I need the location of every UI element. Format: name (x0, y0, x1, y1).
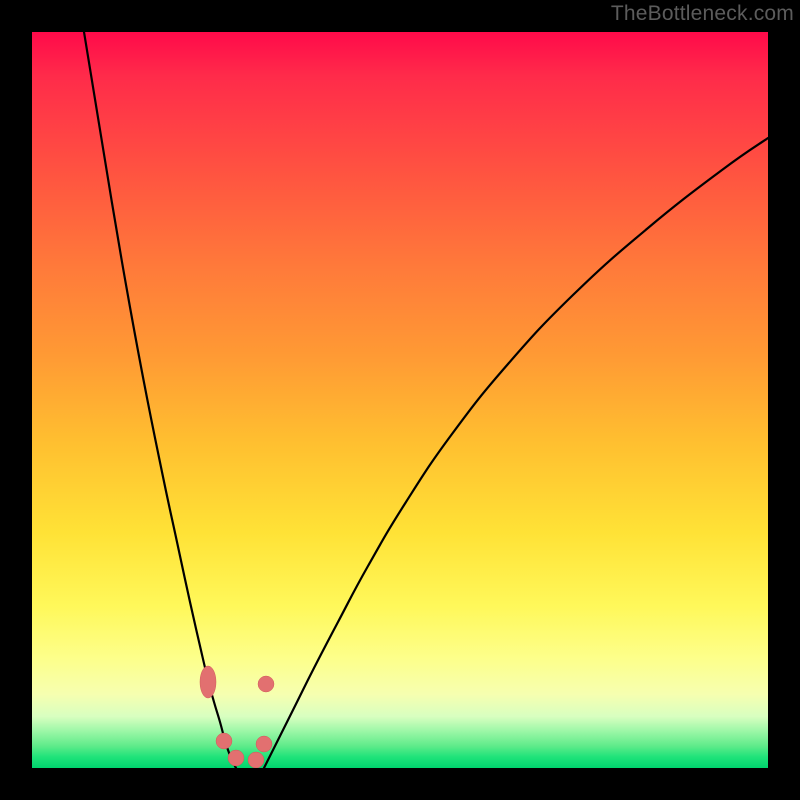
curve-layer (32, 32, 768, 768)
left-curve (84, 32, 236, 768)
outer-frame: TheBottleneck.com (0, 0, 800, 800)
dot-right-1 (258, 676, 274, 692)
dot-bl-1 (216, 733, 232, 749)
dot-br-1 (248, 752, 264, 768)
right-curve (264, 138, 768, 768)
dot-br-2 (256, 736, 272, 752)
pill-left (200, 666, 216, 698)
marker-group (200, 666, 274, 768)
watermark-text: TheBottleneck.com (611, 2, 794, 26)
dot-bl-2 (228, 750, 244, 766)
plot-area (32, 32, 768, 768)
